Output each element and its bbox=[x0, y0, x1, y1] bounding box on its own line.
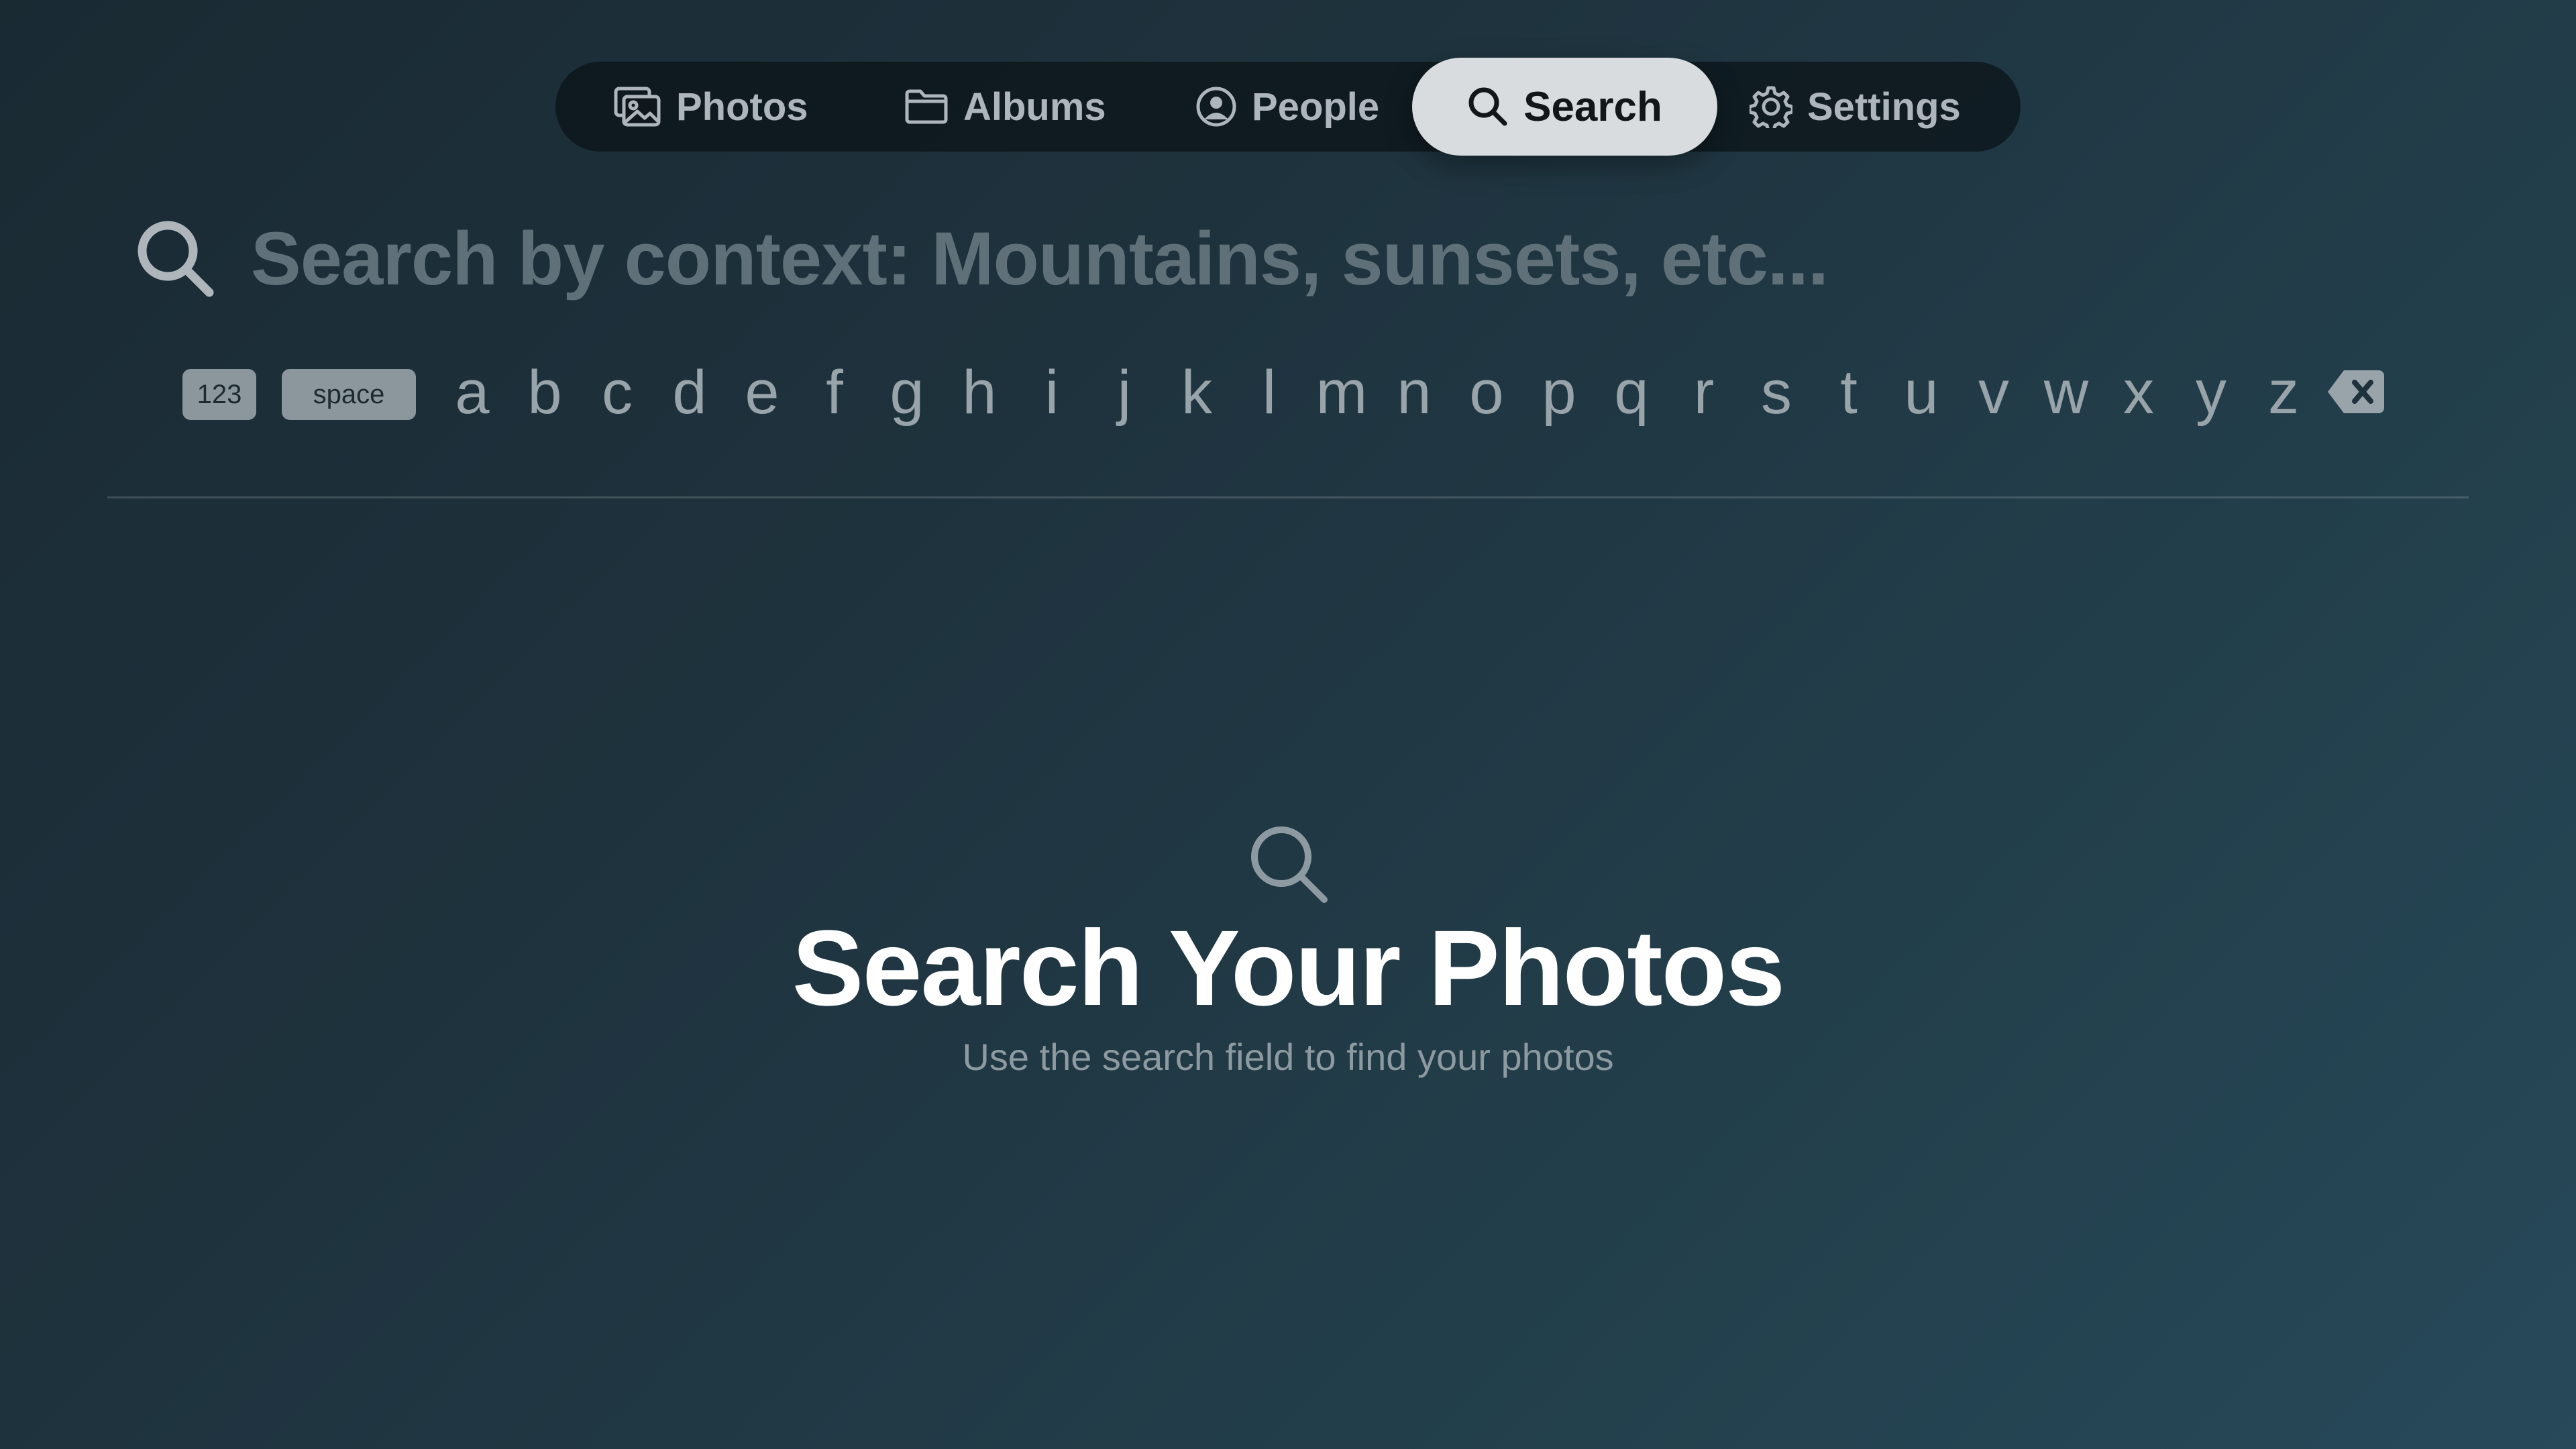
key-m[interactable]: m bbox=[1305, 356, 1378, 429]
key-v[interactable]: v bbox=[1957, 356, 2030, 429]
key-k[interactable]: k bbox=[1161, 356, 1233, 429]
key-l[interactable]: l bbox=[1233, 356, 1305, 429]
key-t[interactable]: t bbox=[1813, 356, 1885, 429]
search-icon bbox=[1468, 87, 1507, 126]
key-f[interactable]: f bbox=[798, 356, 871, 429]
delete-backspace-icon bbox=[2328, 370, 2384, 413]
key-s[interactable]: s bbox=[1740, 356, 1813, 429]
tab-photos[interactable]: Photos bbox=[613, 62, 808, 152]
key-d[interactable]: d bbox=[653, 356, 726, 429]
key-n[interactable]: n bbox=[1378, 356, 1450, 429]
tab-albums[interactable]: Albums bbox=[904, 62, 1106, 152]
tab-photos-label: Photos bbox=[676, 85, 808, 129]
key-e[interactable]: e bbox=[726, 356, 798, 429]
on-screen-keyboard: 123 space a b c d e f g h i j k l m n o … bbox=[182, 356, 2396, 429]
search-icon bbox=[138, 221, 214, 297]
empty-state-title: Search Your Photos bbox=[792, 908, 1785, 1028]
tab-settings-label: Settings bbox=[1807, 85, 1961, 129]
person-circle-icon bbox=[1196, 87, 1236, 127]
key-p[interactable]: p bbox=[1523, 356, 1595, 429]
key-g[interactable]: g bbox=[871, 356, 943, 429]
tab-bar: Photos Albums People Search Settings bbox=[555, 58, 2021, 156]
key-x[interactable]: x bbox=[2102, 356, 2175, 429]
letter-keys: a b c d e f g h i j k l m n o p q r s t … bbox=[436, 356, 2320, 429]
key-a[interactable]: a bbox=[436, 356, 508, 429]
photos-icon bbox=[614, 87, 661, 127]
tab-albums-label: Albums bbox=[963, 85, 1106, 129]
tab-search-label: Search bbox=[1523, 83, 1662, 130]
gear-icon bbox=[1750, 86, 1792, 128]
key-r[interactable]: r bbox=[1668, 356, 1740, 429]
folder-icon bbox=[905, 89, 948, 124]
key-o[interactable]: o bbox=[1450, 356, 1523, 429]
tab-settings[interactable]: Settings bbox=[1750, 62, 1961, 152]
search-field[interactable]: Search by context: Mountains, sunsets, e… bbox=[134, 208, 2415, 309]
key-u[interactable]: u bbox=[1885, 356, 1957, 429]
key-i[interactable]: i bbox=[1016, 356, 1088, 429]
tab-search[interactable]: Search bbox=[1412, 58, 1717, 156]
key-y[interactable]: y bbox=[2175, 356, 2247, 429]
tab-people[interactable]: People bbox=[1195, 62, 1379, 152]
delete-key[interactable] bbox=[2326, 368, 2385, 419]
search-icon bbox=[1251, 826, 1328, 903]
key-j[interactable]: j bbox=[1088, 356, 1161, 429]
space-key[interactable]: space bbox=[282, 369, 416, 420]
key-c[interactable]: c bbox=[581, 356, 653, 429]
numbers-key[interactable]: 123 bbox=[182, 369, 256, 420]
section-divider bbox=[107, 496, 2469, 498]
search-placeholder: Search by context: Mountains, sunsets, e… bbox=[251, 216, 1829, 301]
tab-people-label: People bbox=[1252, 85, 1380, 129]
key-z[interactable]: z bbox=[2247, 356, 2320, 429]
key-b[interactable]: b bbox=[508, 356, 581, 429]
empty-state-subtitle: Use the search field to find your photos bbox=[962, 1036, 1614, 1078]
empty-state: Search Your Photos Use the search field … bbox=[0, 822, 2576, 1079]
key-w[interactable]: w bbox=[2030, 356, 2102, 429]
key-q[interactable]: q bbox=[1595, 356, 1668, 429]
key-h[interactable]: h bbox=[943, 356, 1016, 429]
